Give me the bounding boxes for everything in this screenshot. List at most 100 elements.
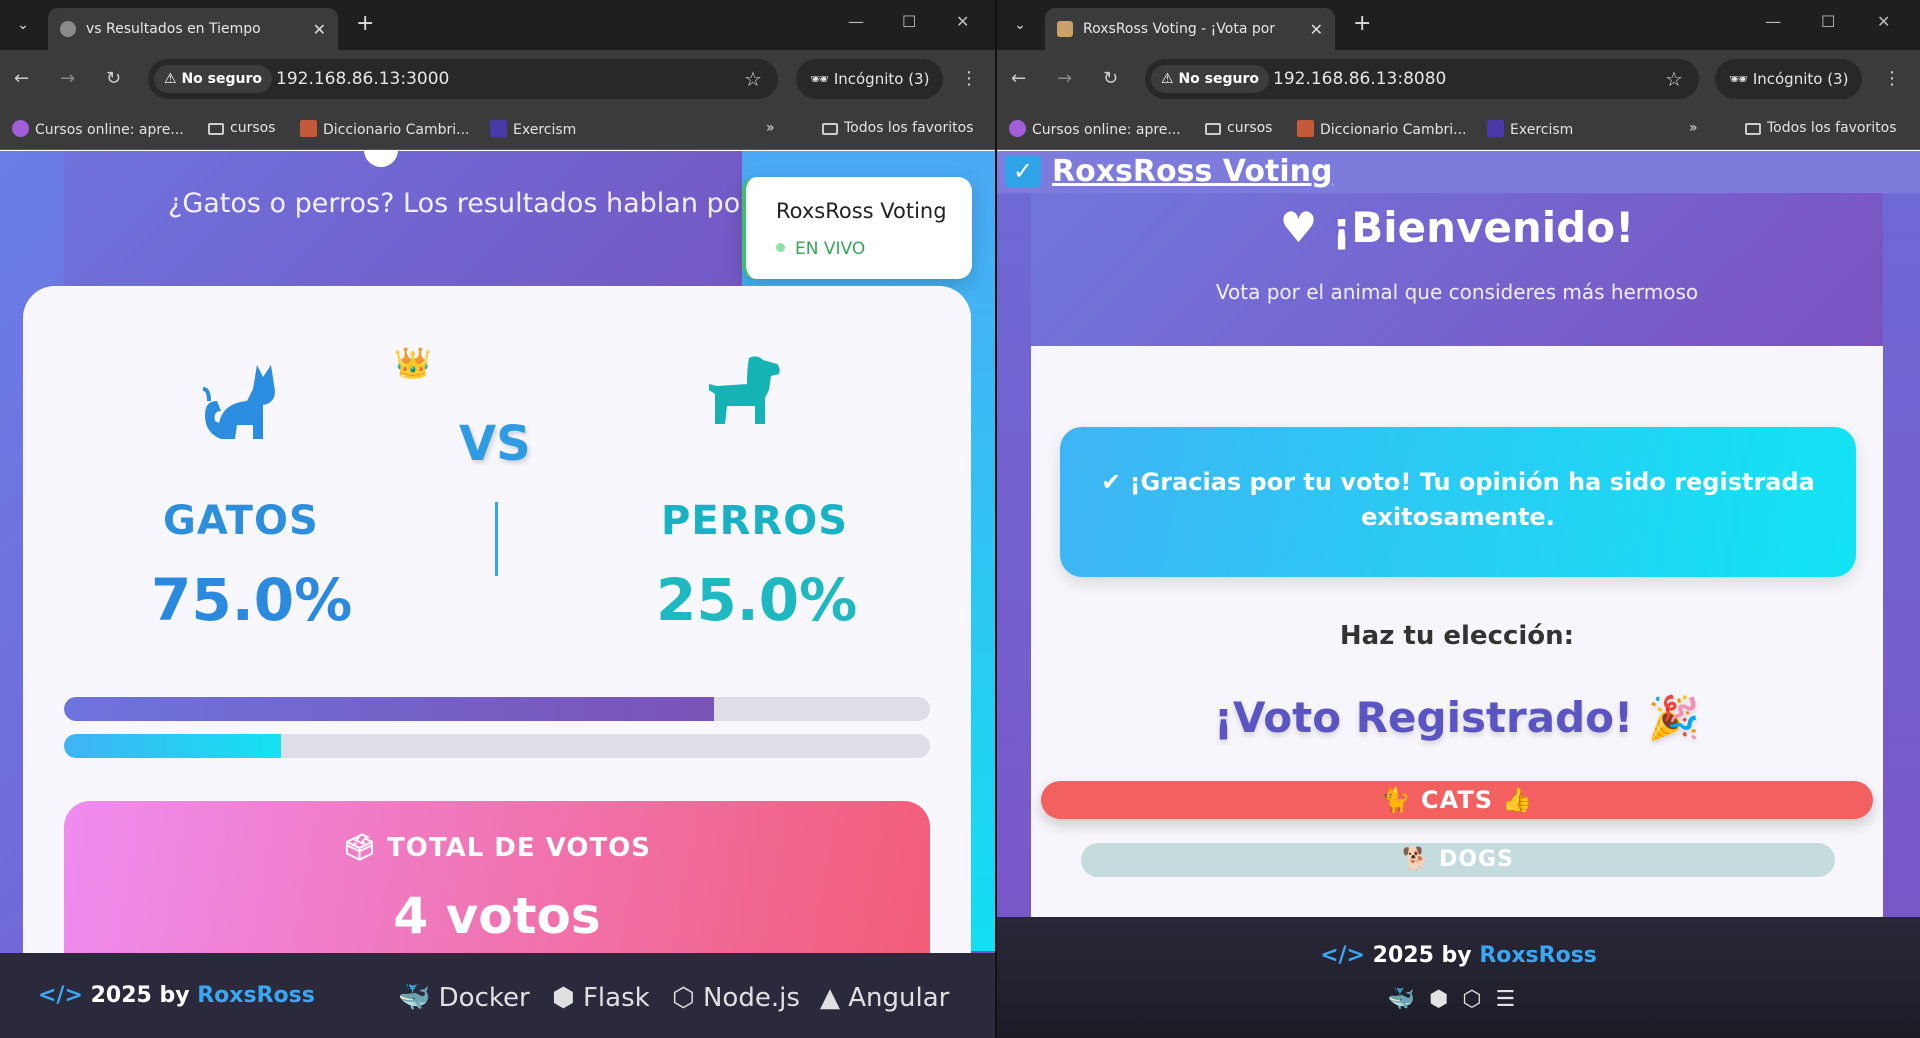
menu-icon[interactable]: ⋮ bbox=[1883, 68, 1901, 89]
database-icon: ☰ bbox=[1495, 987, 1530, 1012]
bookmark-cursos[interactable]: cursos bbox=[208, 120, 275, 136]
ballot-icon: 🗳 bbox=[342, 833, 388, 863]
all-bookmarks[interactable]: Todos los favoritos bbox=[822, 120, 974, 136]
incognito-button[interactable]: 🕶 Incógnito (3) bbox=[1715, 59, 1863, 99]
maximize-button[interactable]: ☐ bbox=[1821, 12, 1835, 31]
bookmark-exercism[interactable]: Exercism bbox=[1487, 120, 1573, 138]
reload-icon[interactable]: ↻ bbox=[106, 68, 121, 89]
address-bar[interactable]: ⚠ No seguro 192.168.86.13:8080 ☆ bbox=[1145, 59, 1699, 99]
not-secure-chip[interactable]: ⚠ No seguro bbox=[1151, 65, 1269, 93]
close-tab-icon[interactable]: ✕ bbox=[313, 20, 326, 39]
tab-search-button[interactable]: ⌄ bbox=[10, 12, 36, 38]
menu-icon[interactable]: ⋮ bbox=[960, 68, 978, 89]
docker-icon: 🐳 bbox=[398, 983, 439, 1013]
cat-icon: 🐈 bbox=[1380, 786, 1421, 814]
footer-credit: </> 2025 by RoxsRoss bbox=[1320, 943, 1597, 968]
star-icon[interactable]: ☆ bbox=[1665, 67, 1683, 91]
tab-title: RoxsRoss Voting - ¡Vota por bbox=[1083, 21, 1276, 37]
forward-icon[interactable]: → bbox=[60, 68, 75, 89]
app-header: ✓ RoxsRoss Voting bbox=[997, 151, 1920, 193]
more-bookmarks-icon[interactable]: » bbox=[766, 120, 775, 136]
footer: </> 2025 by RoxsRoss 🐳⬢⬡☰ bbox=[997, 917, 1920, 1038]
code-icon: </> bbox=[38, 983, 83, 1008]
new-tab-button[interactable]: + bbox=[1353, 12, 1371, 36]
vote-cats-button[interactable]: 🐈 CATS 👍 bbox=[1041, 781, 1873, 819]
toolbar: ← → ↻ ⚠ No seguro 192.168.86.13:3000 ☆ 🕶… bbox=[0, 50, 995, 108]
dog-icon: 🐕 bbox=[1402, 847, 1440, 872]
bookmark-cursos-online[interactable]: Cursos online: apre... bbox=[1009, 120, 1181, 138]
tech-docker: 🐳 Docker bbox=[398, 983, 530, 1013]
party-icon: 🎉 bbox=[1633, 693, 1701, 742]
footer: </> 2025 by RoxsRoss 🐳 Docker ⬢ Flask ⬡ … bbox=[0, 953, 995, 1038]
tech-node: ⬡ Node.js bbox=[672, 983, 800, 1013]
tech-angular: ▲ Angular bbox=[820, 983, 950, 1013]
node-icon: ⬡ bbox=[1462, 987, 1496, 1012]
tech-flask: ⬢ Flask bbox=[552, 983, 650, 1013]
code-icon: </> bbox=[1320, 943, 1365, 968]
choose-heading: Haz tu elección: bbox=[1339, 621, 1575, 651]
cats-progress-fill bbox=[64, 697, 714, 721]
app-title-link[interactable]: RoxsRoss Voting bbox=[1052, 154, 1332, 189]
hero-subtitle: ¿Gatos o perros? Los resultados hablan p… bbox=[168, 188, 774, 219]
checkbox-icon: ✓ bbox=[1005, 155, 1041, 187]
bookmark-cursos-online[interactable]: Cursos online: apre... bbox=[12, 120, 184, 138]
thumbs-up-icon: 👍 bbox=[1492, 786, 1534, 814]
welcome-title: ♥ ¡Bienvenido! bbox=[1279, 203, 1635, 252]
vs-label: VS bbox=[459, 416, 531, 472]
success-message: ✔ ¡Gracias por tu voto! Tu opinión ha si… bbox=[1060, 427, 1856, 577]
more-bookmarks-icon[interactable]: » bbox=[1689, 120, 1698, 136]
dogs-progress-bar bbox=[64, 734, 930, 758]
tab-results[interactable]: vs Resultados en Tiempo ✕ bbox=[48, 8, 338, 50]
close-tab-icon[interactable]: ✕ bbox=[1310, 20, 1323, 39]
minimize-button[interactable]: — bbox=[848, 12, 864, 31]
bookmark-diccionario[interactable]: Diccionario Cambri... bbox=[1297, 120, 1467, 138]
forward-icon[interactable]: → bbox=[1057, 68, 1072, 89]
close-window-button[interactable]: ✕ bbox=[1877, 12, 1890, 31]
voting-page: ✓ RoxsRoss Voting ♥ ¡Bienvenido! Vota po… bbox=[997, 151, 1920, 1038]
toolbar: ← → ↻ ⚠ No seguro 192.168.86.13:8080 ☆ 🕶… bbox=[997, 50, 1920, 108]
star-icon[interactable]: ☆ bbox=[744, 67, 762, 91]
python-icon: ⬢ bbox=[1429, 987, 1463, 1012]
cats-label: GATOS bbox=[163, 498, 319, 544]
back-icon[interactable]: ← bbox=[1011, 68, 1026, 89]
total-votes-value: 4 votos bbox=[393, 887, 601, 945]
back-icon[interactable]: ← bbox=[14, 68, 29, 89]
browser-window-results: ⌄ vs Resultados en Tiempo ✕ + — ☐ ✕ ← → … bbox=[0, 0, 995, 1038]
address-bar[interactable]: ⚠ No seguro 192.168.86.13:3000 ☆ bbox=[148, 59, 778, 99]
results-card: 👑 VS GATOS PERROS 75.0% 25.0% 🗳 TOTAL DE… bbox=[23, 286, 971, 1038]
divider-line bbox=[495, 502, 498, 576]
tab-voting[interactable]: RoxsRoss Voting - ¡Vota por ✕ bbox=[1045, 8, 1335, 50]
all-bookmarks[interactable]: Todos los favoritos bbox=[1745, 120, 1897, 136]
dogs-label: PERROS bbox=[661, 498, 849, 544]
cat-icon bbox=[203, 365, 275, 439]
globe-icon bbox=[60, 21, 76, 37]
footer-credit: </> 2025 by RoxsRoss bbox=[38, 983, 315, 1008]
cats-percentage: 75.0% bbox=[151, 566, 353, 634]
minimize-button[interactable]: — bbox=[1765, 12, 1781, 31]
heart-icon: ♥ bbox=[1279, 203, 1333, 252]
reload-icon[interactable]: ↻ bbox=[1103, 68, 1118, 89]
tab-search-button[interactable]: ⌄ bbox=[1007, 12, 1033, 38]
close-window-button[interactable]: ✕ bbox=[956, 12, 969, 31]
welcome-subtitle: Vota por el animal que consideres más he… bbox=[1215, 280, 1699, 304]
not-secure-chip[interactable]: ⚠ No seguro bbox=[154, 65, 272, 93]
live-badge: RoxsRoss Voting EN VIVO bbox=[742, 177, 972, 279]
new-tab-button[interactable]: + bbox=[356, 12, 374, 36]
incognito-button[interactable]: 🕶 Incógnito (3) bbox=[796, 59, 944, 99]
bookmark-cursos[interactable]: cursos bbox=[1205, 120, 1272, 136]
live-status: EN VIVO bbox=[776, 239, 865, 259]
crown-icon: 👑 bbox=[394, 346, 432, 381]
success-text: ✔ ¡Gracias por tu voto! Tu opinión ha si… bbox=[1101, 468, 1815, 531]
bookmark-diccionario[interactable]: Diccionario Cambri... bbox=[300, 120, 470, 138]
python-icon: ⬢ bbox=[552, 983, 583, 1013]
voting-panel: ♥ ¡Bienvenido! Vota por el animal que co… bbox=[1031, 193, 1883, 958]
node-icon: ⬡ bbox=[672, 983, 703, 1013]
vote-dogs-button[interactable]: 🐕 DOGS bbox=[1081, 843, 1835, 877]
live-dot-icon bbox=[776, 243, 785, 252]
tab-strip: ⌄ RoxsRoss Voting - ¡Vota por ✕ + — ☐ ✕ bbox=[997, 0, 1920, 50]
maximize-button[interactable]: ☐ bbox=[902, 12, 916, 31]
bookmark-exercism[interactable]: Exercism bbox=[490, 120, 576, 138]
dogs-progress-fill bbox=[64, 734, 281, 758]
bookmarks-bar: Cursos online: apre... cursos Diccionari… bbox=[0, 108, 995, 150]
tech-icons: 🐳⬢⬡☰ bbox=[997, 987, 1920, 1012]
